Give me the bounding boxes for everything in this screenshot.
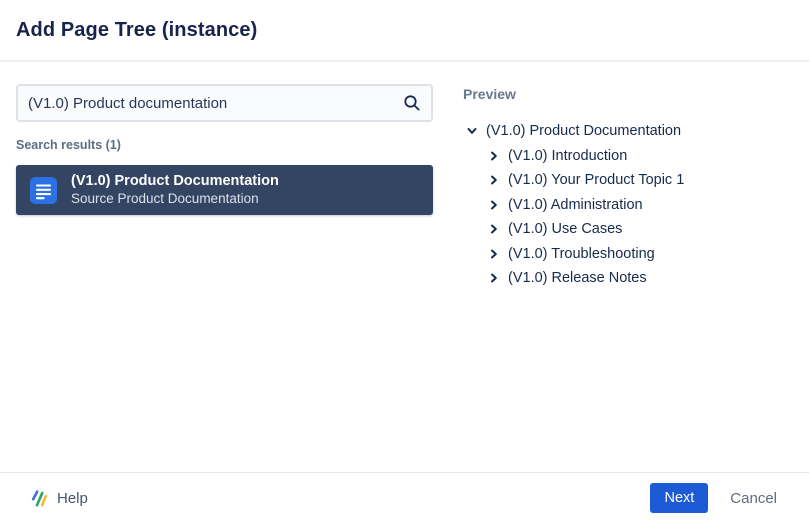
tree-item[interactable]: (V1.0) Release Notes xyxy=(463,266,793,291)
search-result-text: (V1.0) Product Documentation Source Prod… xyxy=(71,172,279,208)
tree-item-label: (V1.0) Use Cases xyxy=(508,221,622,237)
search-panel: Search results (1) (V1.0) Product Docume… xyxy=(16,84,433,215)
preview-panel: Preview (V1.0) Product Documentation (V1… xyxy=(463,86,793,291)
search-box xyxy=(16,84,433,122)
footer-actions: Next Cancel xyxy=(650,483,777,513)
tree-item-root[interactable]: (V1.0) Product Documentation xyxy=(463,119,793,144)
dialog-header: Add Page Tree (instance) xyxy=(0,0,809,62)
next-button[interactable]: Next xyxy=(650,483,708,513)
chevron-right-icon[interactable] xyxy=(489,273,499,283)
search-result-subtitle: Source Product Documentation xyxy=(71,190,279,208)
chevron-right-icon[interactable] xyxy=(489,200,499,210)
help-link[interactable]: Help xyxy=(30,489,88,508)
cancel-button[interactable]: Cancel xyxy=(730,490,777,507)
search-results-count: Search results (1) xyxy=(16,138,433,152)
tree-item[interactable]: (V1.0) Administration xyxy=(463,193,793,218)
chevron-right-icon[interactable] xyxy=(489,224,499,234)
tree-item-label: (V1.0) Administration xyxy=(508,197,643,213)
preview-label: Preview xyxy=(463,86,793,102)
tree-item-label: (V1.0) Troubleshooting xyxy=(508,246,655,262)
search-icon xyxy=(403,94,421,112)
tree-item-label: (V1.0) Introduction xyxy=(508,148,627,164)
add-page-tree-dialog: Add Page Tree (instance) Search results … xyxy=(0,0,809,523)
tree-item-label: (V1.0) Your Product Topic 1 xyxy=(508,172,684,188)
tree-item[interactable]: (V1.0) Introduction xyxy=(463,144,793,169)
tree-item[interactable]: (V1.0) Use Cases xyxy=(463,217,793,242)
search-input[interactable] xyxy=(28,95,395,112)
help-logo-icon xyxy=(30,489,48,508)
help-label: Help xyxy=(57,490,88,507)
dialog-footer: Help Next Cancel xyxy=(0,472,809,523)
search-result-title: (V1.0) Product Documentation xyxy=(71,172,279,190)
chevron-right-icon[interactable] xyxy=(489,175,499,185)
tree-item-label: (V1.0) Product Documentation xyxy=(486,123,681,139)
tree-item[interactable]: (V1.0) Troubleshooting xyxy=(463,242,793,267)
preview-tree: (V1.0) Product Documentation (V1.0) Intr… xyxy=(463,119,793,291)
chevron-down-icon[interactable] xyxy=(467,126,477,136)
page-title: Add Page Tree (instance) xyxy=(16,19,257,42)
tree-item[interactable]: (V1.0) Your Product Topic 1 xyxy=(463,168,793,193)
search-result-item[interactable]: (V1.0) Product Documentation Source Prod… xyxy=(16,165,433,215)
document-icon xyxy=(30,177,57,204)
chevron-right-icon[interactable] xyxy=(489,151,499,161)
tree-item-label: (V1.0) Release Notes xyxy=(508,270,647,286)
chevron-right-icon[interactable] xyxy=(489,249,499,259)
